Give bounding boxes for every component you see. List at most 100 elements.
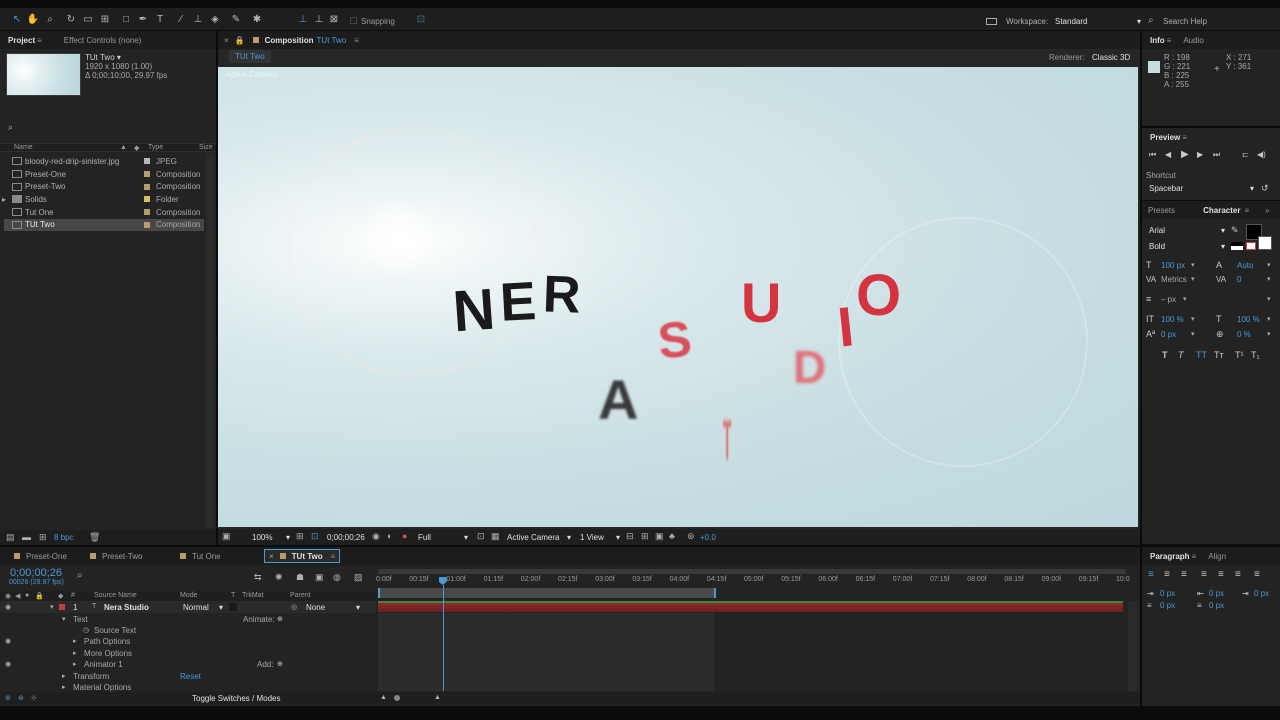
work-area-range[interactable] xyxy=(378,588,716,598)
tsume-value[interactable]: 0 % xyxy=(1237,330,1251,339)
lock-icon[interactable]: 🔒 xyxy=(235,36,245,45)
transparency-grid-icon[interactable]: ▦ xyxy=(491,531,500,542)
tab-paragraph[interactable]: Paragraph xyxy=(1142,552,1198,561)
audio-icon[interactable]: ◀) xyxy=(1257,150,1266,159)
pen-tool-icon[interactable]: ✒ xyxy=(136,13,150,27)
shy-icon[interactable]: ☗ xyxy=(296,572,304,583)
timeline-search-icon[interactable]: ⌕ xyxy=(77,570,83,581)
parent-header[interactable]: Parent xyxy=(290,592,311,599)
all-caps-icon[interactable]: TT xyxy=(1196,350,1207,360)
eyedropper-icon[interactable]: ✎ xyxy=(1231,225,1239,236)
panel-menu-icon[interactable]: ≡ xyxy=(1182,133,1187,142)
prop-text[interactable]: Text xyxy=(73,615,88,624)
space-before-value[interactable]: 0 px xyxy=(1160,601,1175,610)
prop-path-options[interactable]: Path Options xyxy=(84,637,130,646)
motion-blur-icon[interactable]: ◍ xyxy=(333,572,341,583)
stretch-icon[interactable]: ⊹ xyxy=(31,694,37,702)
snapshot-icon[interactable]: ◉ xyxy=(372,531,380,542)
panel-menu-icon[interactable]: ≡ xyxy=(1192,552,1197,561)
expand-arrow-icon[interactable]: ▸ xyxy=(62,683,66,691)
layer-name[interactable]: Nera Studio xyxy=(104,603,149,612)
tab-align[interactable]: Align xyxy=(1200,552,1234,561)
snapping-checkbox[interactable] xyxy=(350,17,357,24)
comp-subtab[interactable]: TUt Two xyxy=(229,50,271,63)
t-header[interactable]: T xyxy=(231,592,235,599)
chevron-down-icon[interactable]: ▾ xyxy=(1267,315,1271,323)
roi-icon[interactable]: ⊡ xyxy=(477,531,485,542)
exposure-value[interactable]: +0.0 xyxy=(700,533,716,542)
toggle-switches-modes[interactable]: Toggle Switches / Modes xyxy=(192,694,281,703)
project-list-item[interactable]: TUt Two Composition xyxy=(4,218,204,232)
reset-exposure-icon[interactable]: ⊛ xyxy=(687,531,695,542)
col-type-header[interactable]: Type xyxy=(148,144,163,151)
timeline-tab[interactable]: Preset-Two xyxy=(90,549,142,563)
small-caps-icon[interactable]: Tᴛ xyxy=(1214,350,1224,360)
expand-arrow-icon[interactable]: ▸ xyxy=(73,637,77,645)
align-left-icon[interactable]: ≡ xyxy=(1148,569,1154,580)
magnification-dropdown[interactable]: 100% ▾ xyxy=(252,533,290,542)
label-color-swatch[interactable] xyxy=(144,196,150,203)
layer-duration-bar[interactable] xyxy=(378,601,1123,612)
label-color-swatch[interactable] xyxy=(144,221,150,228)
tab-presets[interactable]: Presets xyxy=(1142,206,1183,215)
add-property-icon[interactable]: ⊕ xyxy=(277,660,283,668)
composition-tab-name[interactable]: TUt Two xyxy=(317,36,347,45)
snap-options-icon[interactable]: ⊡ xyxy=(414,13,428,27)
expand-icon[interactable]: » xyxy=(1265,206,1269,215)
justify-right-icon[interactable]: ≡ xyxy=(1235,569,1241,580)
tab-effect-controls[interactable]: Effect Controls (none) xyxy=(56,36,150,45)
chevron-down-icon[interactable]: ▾ xyxy=(1191,330,1195,338)
prop-material-options[interactable]: Material Options xyxy=(73,683,131,692)
indent-right-value[interactable]: 0 px xyxy=(1209,589,1224,598)
workspace-dropdown[interactable]: Standard ▾ xyxy=(1055,17,1141,26)
rotate-tool-icon[interactable]: ↻ xyxy=(64,13,78,27)
vertical-scale-value[interactable]: 100 % xyxy=(1161,315,1184,324)
align-right-icon[interactable]: ≡ xyxy=(1181,569,1187,580)
chevron-down-icon[interactable]: ▾ xyxy=(1191,261,1195,269)
prop-source-text[interactable]: Source Text xyxy=(94,626,136,635)
subscript-icon[interactable]: T₁ xyxy=(1251,350,1260,360)
timeline-tab[interactable]: Preset-One xyxy=(14,549,67,563)
project-list-item[interactable]: Preset-Two Composition xyxy=(4,180,204,193)
timeline-scrollbar[interactable] xyxy=(1128,601,1138,691)
faux-bold-icon[interactable]: T xyxy=(1162,350,1168,360)
stroke-width-value[interactable]: – px xyxy=(1161,295,1176,304)
chevron-down-icon[interactable]: ▾ xyxy=(1267,330,1271,338)
always-preview-icon[interactable]: ▣ xyxy=(222,531,231,542)
tab-audio[interactable]: Audio xyxy=(1175,36,1211,45)
first-indent-value[interactable]: 0 px xyxy=(1254,589,1269,598)
first-frame-icon[interactable]: ⏮ xyxy=(1149,150,1156,160)
timeline-tab[interactable]: × TUt Two ≡ xyxy=(264,549,341,563)
fast-preview-icon[interactable]: ⊞ xyxy=(641,531,649,542)
trkmat-box[interactable] xyxy=(229,603,237,611)
parent-dropdown[interactable]: None ▾ xyxy=(306,603,360,612)
project-list-item[interactable]: Tut One Composition xyxy=(4,206,204,219)
layer-switches-icon[interactable]: ⊛ xyxy=(5,694,11,702)
prop-animator[interactable]: Animator 1 xyxy=(84,660,123,669)
tab-character[interactable]: Character xyxy=(1195,206,1248,215)
interpret-footage-icon[interactable]: ▤ xyxy=(6,532,15,543)
chevron-down-icon[interactable]: ▾ xyxy=(1267,295,1271,303)
panel-menu-icon[interactable]: ≡ xyxy=(354,36,359,45)
project-item-name[interactable]: TUt Two ▾ xyxy=(85,53,121,62)
draft-3d-icon[interactable]: ✺ xyxy=(275,572,283,583)
tracking-value[interactable]: 0 xyxy=(1237,275,1241,284)
work-area-bar[interactable] xyxy=(378,569,1126,574)
layer-mode-dropdown[interactable]: Normal ▾ xyxy=(183,603,223,612)
roto-brush-tool-icon[interactable]: ✎ xyxy=(229,13,243,27)
project-list-item[interactable]: Preset-One Composition xyxy=(4,168,204,181)
pickwhip-icon[interactable]: ◎ xyxy=(291,603,297,611)
pixel-aspect-icon[interactable]: ⊟ xyxy=(626,531,634,542)
project-list-item[interactable]: bloody-red-drip-sinister.jpg JPEG xyxy=(4,155,204,168)
timeline-tab[interactable]: Tut One xyxy=(180,549,221,563)
playhead-line[interactable] xyxy=(442,585,444,691)
trash-icon[interactable]: 🗑 xyxy=(89,532,100,543)
search-icon[interactable]: ⌕ xyxy=(1148,15,1154,26)
timeline-timecode[interactable]: 0;00;00;26 xyxy=(10,567,62,579)
chevron-down-icon[interactable]: ▾ xyxy=(1191,275,1195,283)
layer-label-color[interactable] xyxy=(59,604,65,610)
add-animator-icon[interactable]: ⊕ xyxy=(277,615,283,623)
eraser-tool-icon[interactable]: ◈ xyxy=(208,13,222,27)
next-frame-icon[interactable]: ▶ xyxy=(1197,150,1203,159)
comp-timecode[interactable]: 0;00;00;26 xyxy=(327,533,365,542)
